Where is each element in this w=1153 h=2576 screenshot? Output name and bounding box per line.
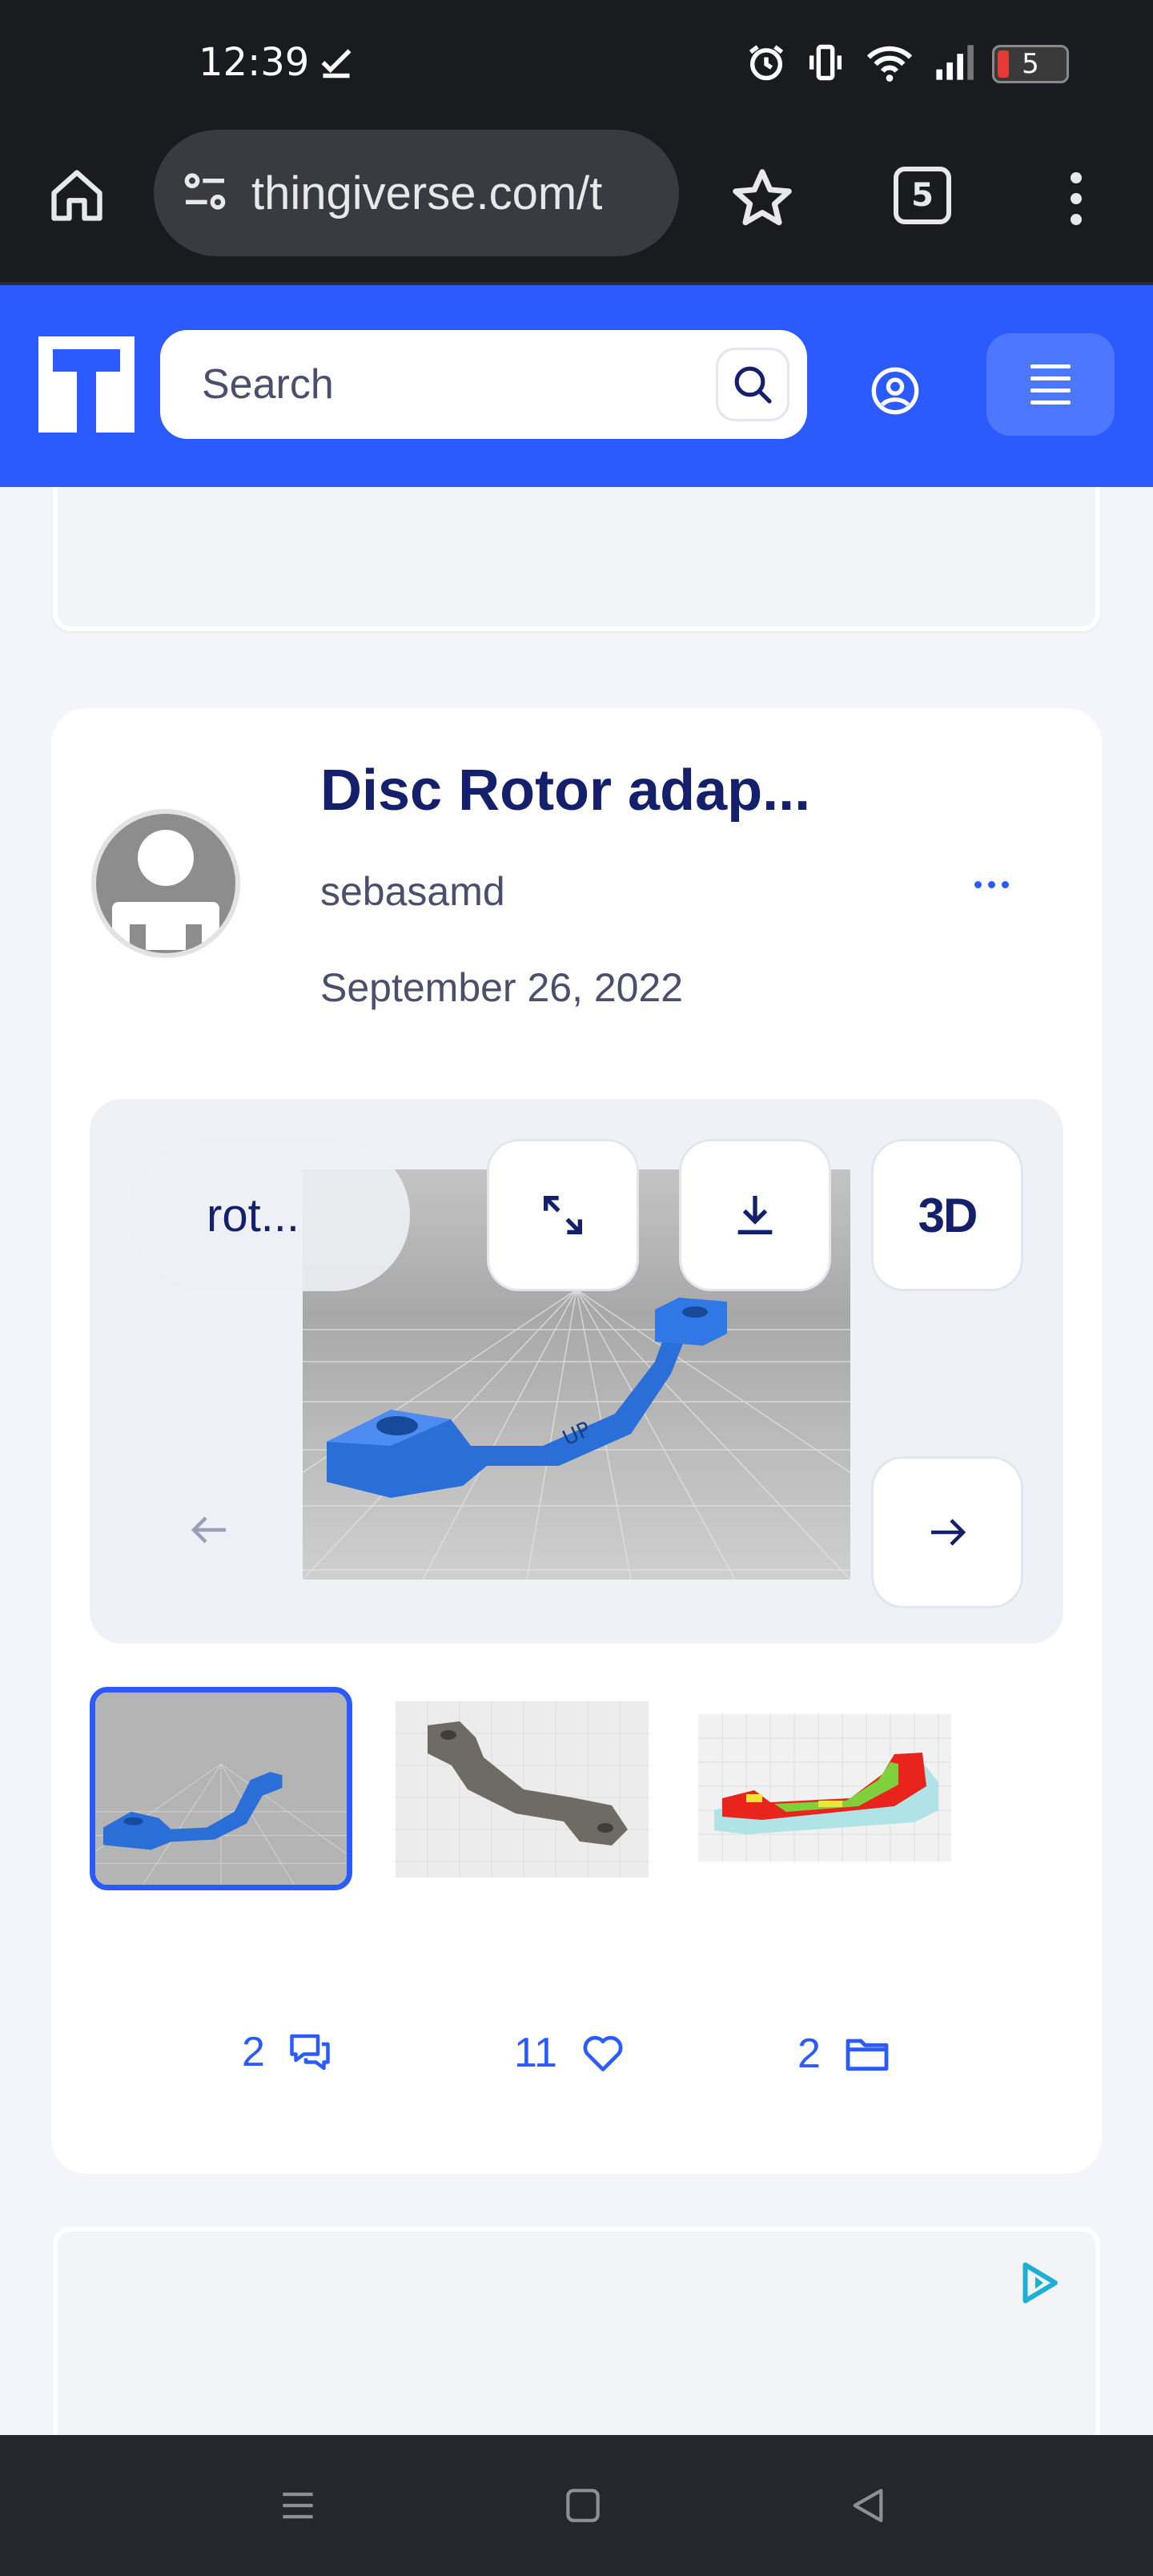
- address-bar[interactable]: thingiverse.com/t: [154, 130, 679, 256]
- system-back-button[interactable]: [836, 2473, 900, 2538]
- arrow-right-icon: [931, 1519, 966, 1546]
- home-button[interactable]: [45, 163, 109, 227]
- arrow-left-icon: [191, 1516, 226, 1544]
- account-button[interactable]: [862, 357, 929, 425]
- system-home-button[interactable]: [551, 2473, 615, 2538]
- file-name-pill[interactable]: rot...: [128, 1139, 410, 1291]
- download-icon: [737, 1196, 773, 1234]
- thumbnail-1[interactable]: [90, 1687, 352, 1890]
- bookmark-button[interactable]: [725, 162, 799, 235]
- thumbnail-3[interactable]: [698, 1714, 951, 1862]
- url-text: thingiverse.com/t: [251, 167, 603, 219]
- image-gallery: UP rot... 3D: [90, 1099, 1063, 1644]
- browser-menu-button[interactable]: [1054, 162, 1099, 235]
- ad-card: [53, 2227, 1100, 2435]
- browser-toolbar: thingiverse.com/t 5: [0, 130, 1153, 282]
- search-input[interactable]: [202, 360, 650, 409]
- thing-author[interactable]: sebasamd: [320, 868, 505, 915]
- comments-count: 2: [242, 2029, 265, 2075]
- wifi-icon: [864, 42, 915, 87]
- back-triangle-icon: [853, 2489, 883, 2522]
- search-box: [160, 330, 807, 439]
- hamburger-menu-button[interactable]: [986, 333, 1115, 436]
- view-3d-button[interactable]: 3D: [871, 1139, 1023, 1291]
- expand-icon: [544, 1196, 582, 1234]
- site-settings-icon[interactable]: [179, 166, 231, 220]
- recent-apps-button[interactable]: [266, 2473, 330, 2538]
- expand-button[interactable]: [487, 1139, 639, 1291]
- system-navigation-bar: [0, 2435, 1153, 2576]
- comments-stat[interactable]: 2: [242, 2028, 334, 2076]
- signal-icon: [933, 42, 974, 87]
- next-image-button[interactable]: [871, 1456, 1023, 1608]
- thing-title[interactable]: Disc Rotor adap...: [320, 758, 810, 823]
- battery-icon: 5: [992, 45, 1069, 83]
- square-home-icon: [566, 2489, 600, 2522]
- thingiverse-logo[interactable]: [38, 336, 135, 433]
- likes-count: 11: [514, 2030, 557, 2076]
- previous-image-button[interactable]: [162, 1482, 258, 1578]
- search-icon: [734, 366, 772, 404]
- comments-icon: [290, 2034, 330, 2071]
- card-more-button[interactable]: [959, 868, 1023, 900]
- likes-stat[interactable]: 11: [514, 2028, 628, 2078]
- tab-switcher-button[interactable]: 5: [894, 167, 951, 224]
- alarm-icon: [745, 42, 787, 87]
- site-header: [0, 285, 1153, 487]
- thing-card: Disc Rotor adap... sebasamd September 26…: [51, 708, 1102, 2174]
- check-icon: [319, 45, 354, 83]
- home-icon: [51, 170, 102, 221]
- avatar[interactable]: [91, 809, 240, 958]
- vibrate-icon: [805, 42, 846, 87]
- download-button[interactable]: [679, 1139, 831, 1291]
- adchoices-icon[interactable]: [1015, 2259, 1063, 2307]
- thumbnail-2[interactable]: [396, 1701, 649, 1878]
- user-icon: [871, 367, 919, 415]
- collections-stat[interactable]: 2: [797, 2028, 893, 2079]
- status-time: 12:39: [199, 40, 310, 85]
- heart-icon: [583, 2035, 623, 2071]
- search-button[interactable]: [716, 348, 789, 421]
- star-icon: [733, 169, 792, 226]
- status-icons: 5: [745, 42, 1069, 87]
- collections-count: 2: [797, 2031, 821, 2077]
- thing-date: September 26, 2022: [320, 965, 684, 1010]
- status-bar: 12:39 5: [0, 0, 1153, 130]
- folder-icon: [846, 2039, 889, 2071]
- recents-icon: [283, 2492, 313, 2519]
- previous-card: [53, 487, 1100, 631]
